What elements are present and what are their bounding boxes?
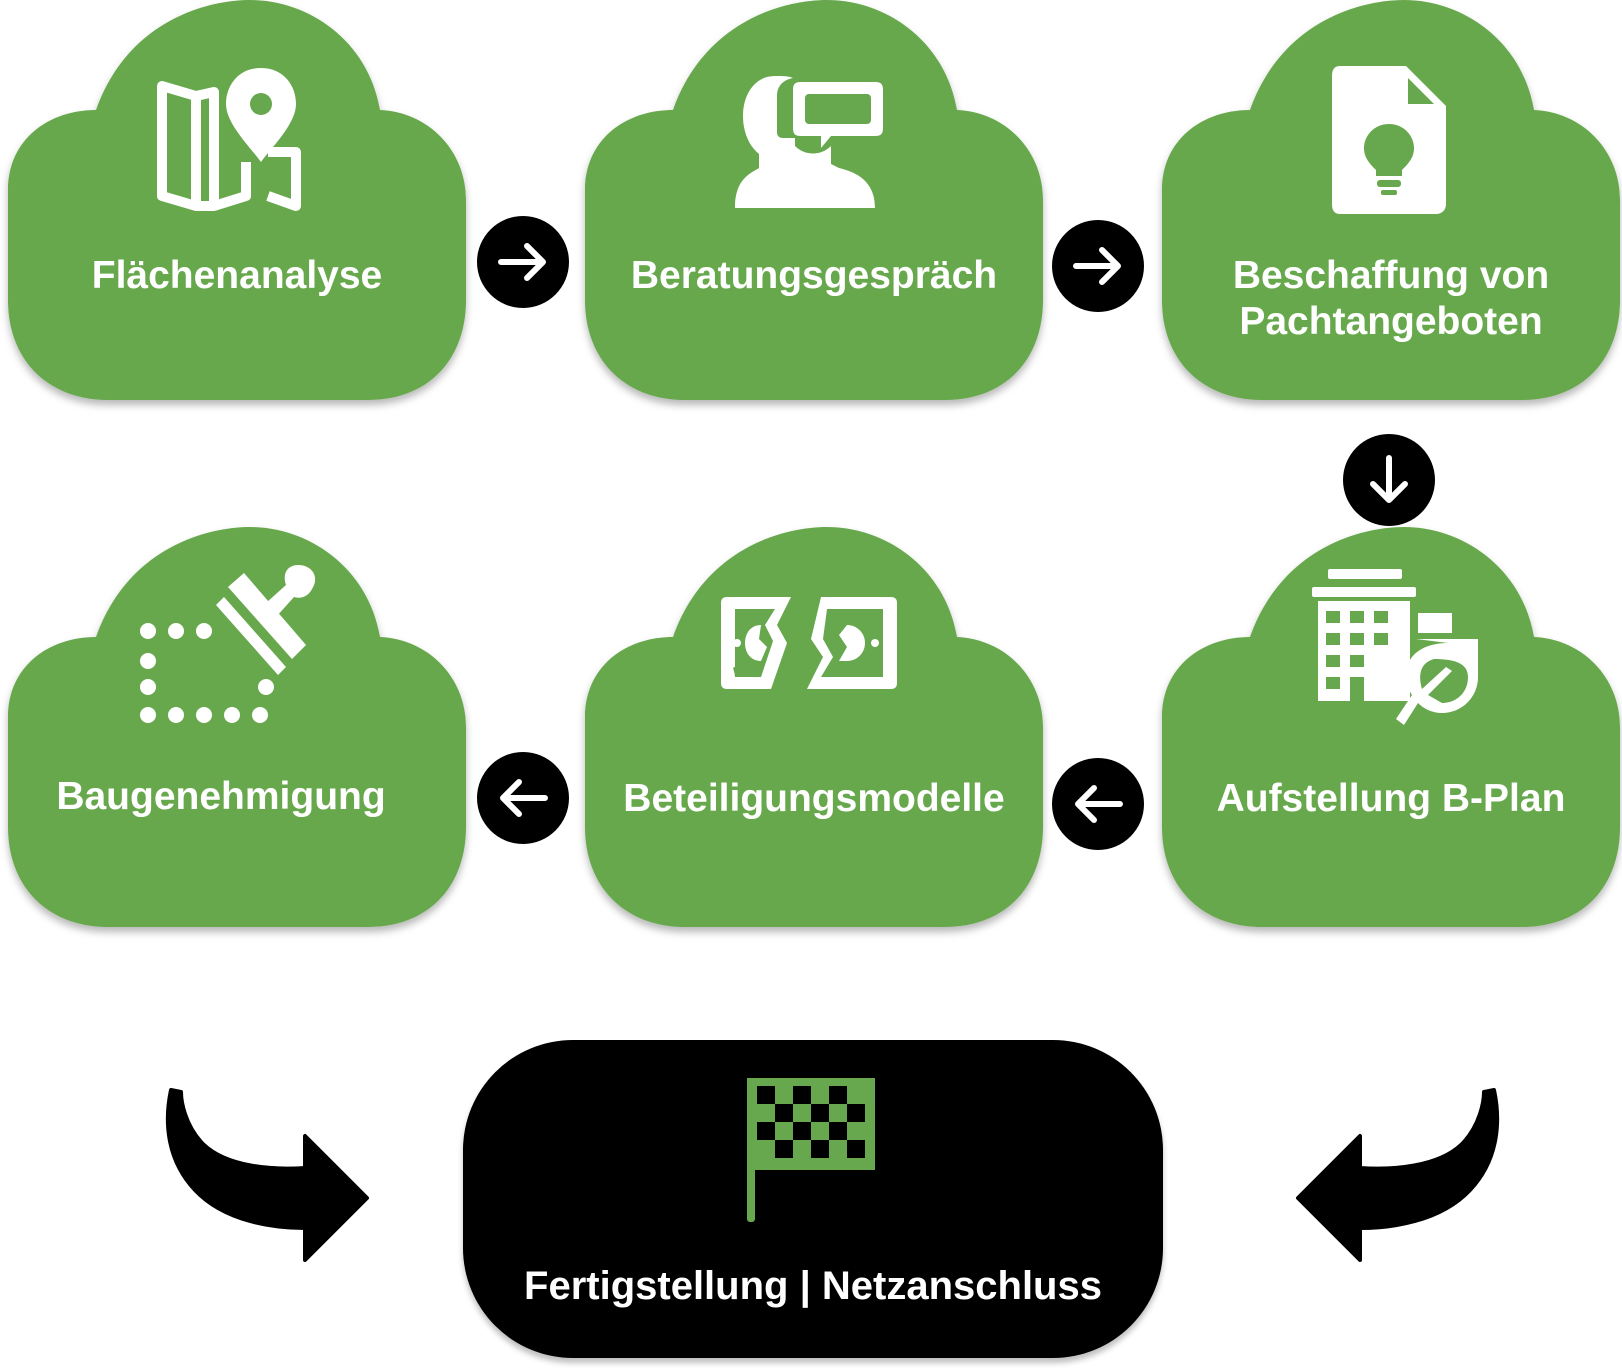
curved-arrow-right-icon [165,1088,369,1262]
step-beschaffung: Beschaffung von Pachtangeboten [1162,0,1620,400]
arrow-down-icon [1343,434,1435,526]
step-label: Beteiligungsmodelle [623,777,1005,820]
arrow-right-icon [477,216,569,308]
curved-arrow-left-icon [1296,1088,1500,1262]
step-label-line1: Beschaffung von [1232,254,1550,297]
step-label: Beratungsgespräch [630,254,998,297]
document-lightbulb-icon [1332,66,1446,214]
final-step-box: Fertigstellung | Netzanschluss [463,1040,1163,1358]
arrow-left-icon [477,752,569,844]
arrow-right-icon [1052,220,1144,312]
cloud-shape [585,527,1043,927]
checkered-flag-icon [747,1078,875,1222]
step-aufstellung: Aufstellung B-Plan [1162,527,1620,927]
money-exchange-icon [721,597,897,689]
step-beratungsgespraech: Beratungsgespräch [585,0,1043,400]
step-label: Flächenanalyse [91,254,383,297]
step-label: Baugenehmigung [56,775,386,818]
arrow-left-icon [1052,758,1144,850]
step-baugenehmigung: Baugenehmigung [8,527,466,927]
step-flaechenanalyse: Flächenanalyse [8,0,466,400]
step-label-line2: Pachtangeboten [1239,300,1543,343]
consultation-icon [735,76,883,208]
final-step-label: Fertigstellung | Netzanschluss [524,1264,1102,1308]
step-beteiligung: Beteiligungsmodelle [585,527,1043,927]
building-leaf-icon [1312,569,1478,725]
stamp-approval-icon [140,565,316,723]
map-pin-icon [157,68,301,211]
step-label: Aufstellung B-Plan [1216,777,1566,820]
